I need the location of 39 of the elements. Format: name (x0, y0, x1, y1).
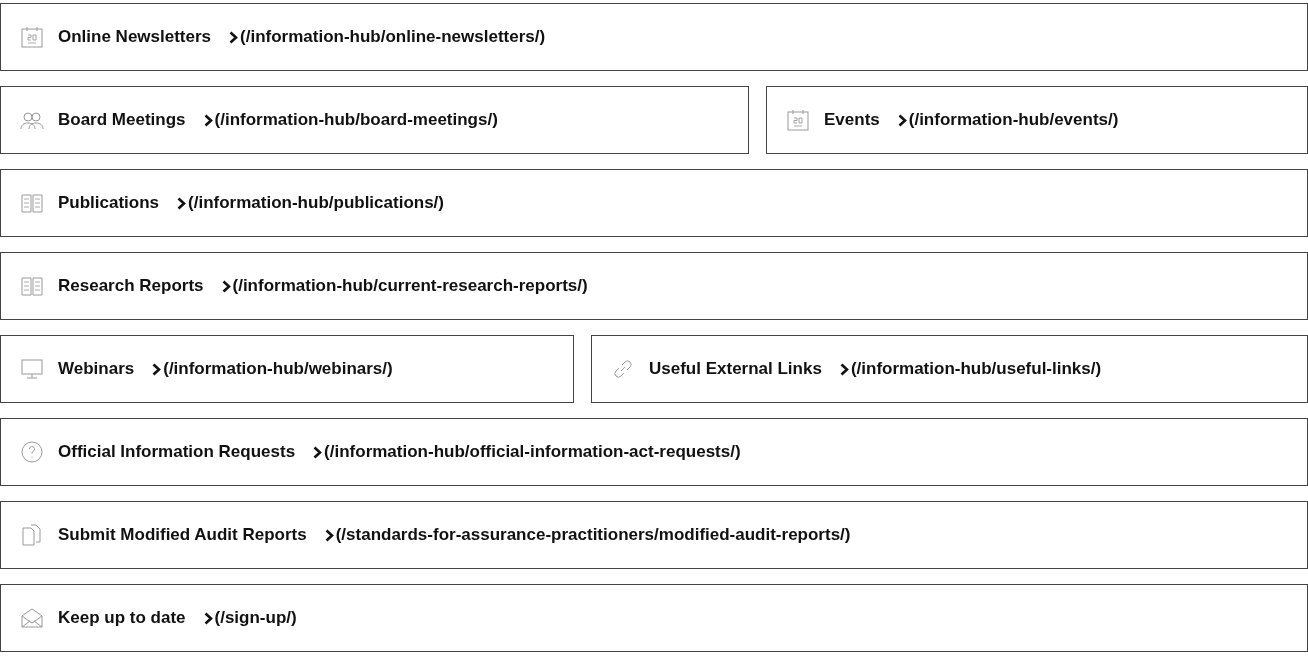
link-title[interactable]: Useful External Links (649, 356, 822, 382)
link-title[interactable]: Keep up to date (58, 605, 186, 631)
book-icon (20, 191, 44, 215)
link-path[interactable]: (/information-hub/official-information-act-requests/) (324, 439, 741, 465)
link-title[interactable]: Submit Modified Audit Reports (58, 522, 307, 548)
chevron-icon (229, 30, 239, 44)
chevron-icon (313, 445, 323, 459)
link-path[interactable]: (/information-hub/events/) (908, 107, 1119, 133)
chevron-icon (203, 611, 213, 625)
link-path[interactable]: (/sign-up/) (214, 605, 297, 631)
link-path[interactable]: (/information-hub/publications/) (188, 190, 444, 216)
link-title[interactable]: Online Newsletters (58, 24, 212, 50)
link-icon (611, 357, 635, 381)
chevron-icon (152, 362, 162, 376)
link-path[interactable]: (/information-hub/useful-links/) (850, 356, 1102, 382)
link-path[interactable]: (/information-hub/board-meetings/) (214, 107, 498, 133)
link-path[interactable]: (/information-hub/online-newsletters/) (240, 24, 546, 50)
chevron-icon (221, 279, 231, 293)
link-title[interactable]: Official Information Requests (58, 439, 296, 465)
chevron-icon (897, 113, 907, 127)
chevron-icon (839, 362, 849, 376)
link-path[interactable]: (/information-hub/webinars/) (163, 356, 393, 382)
documents-icon (20, 523, 44, 547)
envelope-icon (20, 606, 44, 630)
calendar-icon (20, 25, 44, 49)
chevron-icon (203, 113, 213, 127)
link-title[interactable]: Research Reports (58, 273, 204, 299)
chevron-icon (324, 528, 334, 542)
link-path[interactable]: (/information-hub/current-research-reports/) (232, 273, 588, 299)
book-icon (20, 274, 44, 298)
link-path[interactable]: (/standards-for-assurance-practitioners/modified-audit-reports/) (335, 522, 851, 548)
monitor-icon (20, 357, 44, 381)
link-title[interactable]: Publications (58, 190, 160, 216)
chevron-icon (177, 196, 187, 210)
link-title[interactable]: Webinars (58, 356, 135, 382)
question-icon (20, 440, 44, 464)
calendar-icon (786, 108, 810, 132)
link-title[interactable]: Events (824, 107, 880, 133)
link-title[interactable]: Board Meetings (58, 107, 186, 133)
